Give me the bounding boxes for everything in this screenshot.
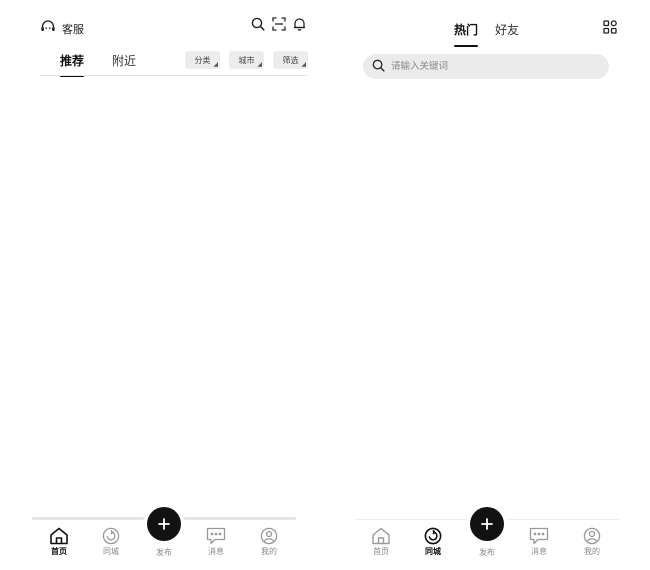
corner-triangle-icon: ◢ xyxy=(213,61,218,68)
tab-nearby[interactable]: 附近 xyxy=(112,52,136,75)
header-divider xyxy=(40,75,308,76)
bell-icon[interactable] xyxy=(293,17,306,31)
corner-triangle-icon: ◢ xyxy=(301,61,306,68)
scan-icon[interactable] xyxy=(272,17,286,31)
nav-profile[interactable]: 我的 xyxy=(249,527,289,557)
plus-icon xyxy=(481,515,493,534)
tab-label: 热门 xyxy=(454,23,479,37)
search-input[interactable] xyxy=(391,61,591,72)
nav-label: 我的 xyxy=(261,547,277,556)
nav-label: 消息 xyxy=(208,547,224,556)
corner-triangle-icon: ◢ xyxy=(257,61,262,68)
search-icon xyxy=(372,57,385,76)
headset-icon xyxy=(40,19,56,38)
tab-label: 好友 xyxy=(495,23,520,37)
profile-icon xyxy=(583,527,601,545)
profile-icon xyxy=(260,527,278,545)
home-icon xyxy=(49,527,69,545)
search-bar[interactable] xyxy=(363,54,609,79)
tab-hot[interactable]: 热门 xyxy=(454,21,479,47)
publish-button[interactable] xyxy=(470,507,504,541)
nav-home[interactable]: 首页 xyxy=(39,527,79,557)
chip-label: 筛选 xyxy=(282,55,299,65)
nav-label: 首页 xyxy=(51,547,67,556)
nav-label: 首页 xyxy=(373,547,389,556)
nav-local[interactable]: 同城 xyxy=(91,527,131,557)
local-icon xyxy=(102,527,120,545)
nav-local[interactable]: 同城 xyxy=(413,527,453,557)
tab-label: 推荐 xyxy=(60,54,85,68)
nav-label: 同城 xyxy=(425,547,441,556)
header-actions xyxy=(251,17,306,31)
nav-label: 消息 xyxy=(531,547,547,556)
message-icon xyxy=(529,527,549,545)
publish-label: 发布 xyxy=(479,548,495,557)
nav-home[interactable]: 首页 xyxy=(361,527,401,557)
publish-button[interactable] xyxy=(147,507,181,541)
nav-messages[interactable]: 消息 xyxy=(196,527,236,557)
customer-service-button[interactable]: 客服 xyxy=(40,19,84,38)
message-icon xyxy=(206,527,226,545)
publish-label: 发布 xyxy=(156,548,172,557)
chip-label: 分类 xyxy=(194,55,211,65)
search-icon[interactable] xyxy=(251,17,265,31)
nav-label: 我的 xyxy=(584,547,600,556)
apps-icon[interactable] xyxy=(603,19,617,38)
filter-chips: 分类 ◢ 城市 ◢ 筛选 ◢ xyxy=(185,51,308,69)
chip-label: 城市 xyxy=(238,55,255,65)
nav-profile[interactable]: 我的 xyxy=(572,527,612,557)
tab-label: 附近 xyxy=(112,54,137,68)
nav-label: 同城 xyxy=(103,547,119,556)
home-icon xyxy=(371,527,391,545)
filter-screen-button[interactable]: 筛选 ◢ xyxy=(273,51,308,69)
feed-tabs: 推荐 附近 xyxy=(60,52,136,77)
local-icon xyxy=(424,527,442,545)
community-tabs: 热门 好友 xyxy=(454,21,519,47)
tab-recommend[interactable]: 推荐 xyxy=(60,52,85,77)
home-screen: 客服 推荐 附近 分类 ◢ 城市 ◢ 筛选 ◢ 首页 同城 发布 消息 我的 xyxy=(22,0,308,570)
filter-category-button[interactable]: 分类 ◢ xyxy=(185,51,220,69)
customer-service-label: 客服 xyxy=(62,22,84,36)
plus-icon xyxy=(158,515,170,534)
tab-friends[interactable]: 好友 xyxy=(495,21,519,45)
nav-messages[interactable]: 消息 xyxy=(519,527,559,557)
filter-city-button[interactable]: 城市 ◢ xyxy=(229,51,264,69)
local-screen: 热门 好友 首页 xyxy=(345,0,635,570)
